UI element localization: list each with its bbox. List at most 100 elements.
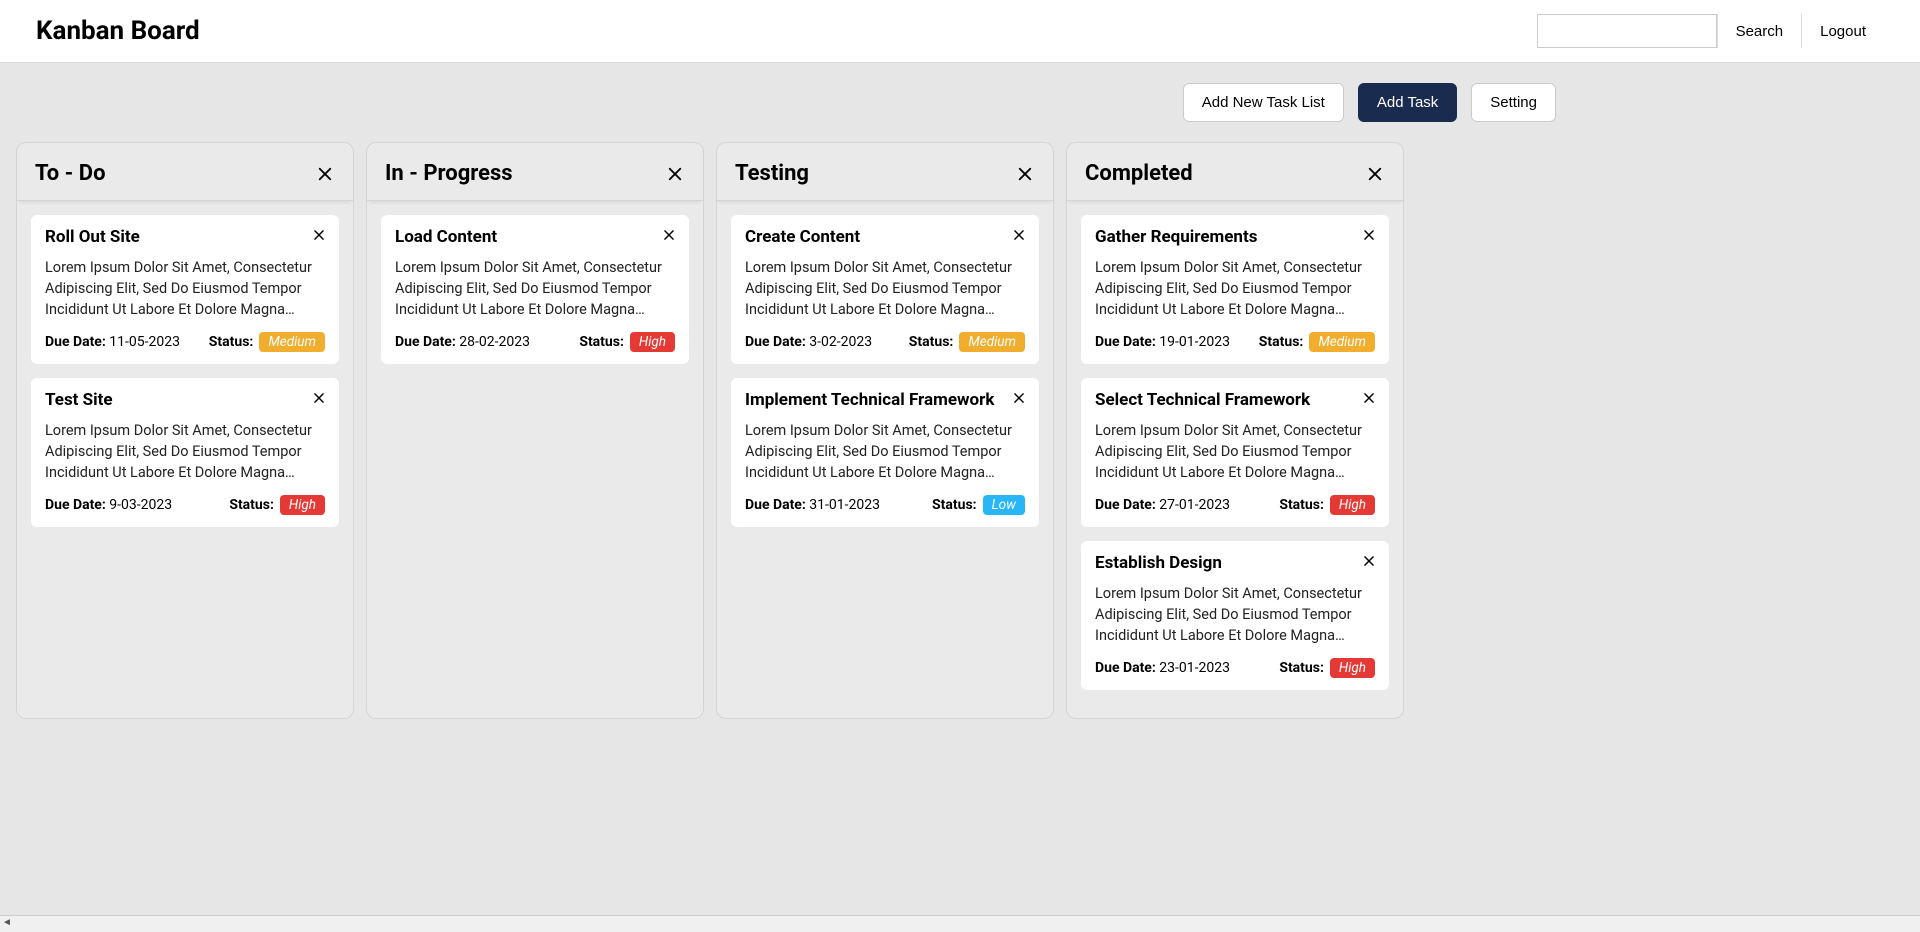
card-due: Due Date: 27-01-2023	[1095, 497, 1230, 513]
card-footer: Due Date: 3-02-2023Status:Medium	[745, 332, 1025, 352]
column-header: Completed	[1067, 143, 1403, 201]
due-date-value: 19-01-2023	[1159, 334, 1230, 350]
card-description: Lorem Ipsum Dolor Sit Amet, Consectetur …	[1095, 257, 1375, 320]
task-card[interactable]: Establish Design Lorem Ipsum Dolor Sit Am…	[1081, 541, 1389, 690]
close-column-icon[interactable]	[315, 164, 335, 184]
close-column-icon[interactable]	[1365, 164, 1385, 184]
card-due: Due Date: 3-02-2023	[745, 334, 872, 350]
card-title: Test Site	[45, 390, 325, 410]
due-date-label: Due Date:	[1095, 660, 1156, 676]
search-input[interactable]	[1537, 14, 1717, 48]
due-date-value: 23-01-2023	[1159, 660, 1230, 676]
column-header: In - Progress	[367, 143, 703, 201]
card-due: Due Date: 19-01-2023	[1095, 334, 1230, 350]
card-footer: Due Date: 11-05-2023 Status: Medium	[45, 332, 325, 352]
column-title: Completed	[1085, 161, 1193, 186]
card-status: Status: Medium	[209, 332, 325, 352]
card-status: Status:Low	[932, 495, 1025, 515]
kanban-column: Testing Create Content Lorem Ipsum Dolor S…	[716, 142, 1054, 719]
card-footer: Due Date: 23-01-2023 Status:High	[1095, 658, 1375, 678]
card-description: Lorem Ipsum Dolor Sit Amet, Consectetur …	[1095, 583, 1375, 646]
card-due: Due Date: 28-02-2023	[395, 334, 530, 350]
due-date-value: 27-01-2023	[1159, 497, 1230, 513]
card-due: Due Date: 23-01-2023	[1095, 660, 1230, 676]
close-card-icon[interactable]	[1359, 388, 1379, 408]
close-card-icon[interactable]	[1009, 225, 1029, 245]
kanban-board: To - Do Roll Out Site Lorem Ipsum Dolor Si…	[16, 142, 1904, 719]
actions-bar: Add New Task List Add Task Setting	[16, 83, 1556, 122]
card-title: Load Content	[395, 227, 675, 247]
status-label: Status:	[209, 334, 254, 350]
status-label: Status:	[579, 334, 624, 350]
card-status: Status:High	[229, 495, 325, 515]
status-label: Status:	[932, 497, 977, 513]
task-card[interactable]: Create ContentLorem Ipsum Dolor Sit Amet…	[731, 215, 1039, 364]
column-cards: Gather Requirements Lorem Ipsum Dolor Sit…	[1067, 201, 1403, 704]
card-footer: Due Date: 31-01-2023 Status:Low	[745, 495, 1025, 515]
column-title: To - Do	[35, 161, 106, 186]
search-button[interactable]: Search	[1717, 14, 1802, 48]
card-footer: Due Date: 28-02-2023 Status: High	[395, 332, 675, 352]
priority-badge: High	[630, 332, 675, 352]
add-task-button[interactable]: Add Task	[1358, 83, 1457, 122]
task-card[interactable]: Implement Technical Framework Lorem Ipsum…	[731, 378, 1039, 527]
priority-badge: High	[1330, 495, 1375, 515]
kanban-column: Completed Gather Requirements Lorem Ipsum …	[1066, 142, 1404, 719]
column-title: In - Progress	[385, 161, 513, 186]
topbar-right: Search Logout	[1537, 14, 1884, 48]
close-card-icon[interactable]	[1359, 225, 1379, 245]
due-date-label: Due Date:	[1095, 334, 1156, 350]
task-card[interactable]: Load Content Lorem Ipsum Dolor Sit Amet, …	[381, 215, 689, 364]
card-title: Gather Requirements	[1095, 227, 1375, 247]
due-date-label: Due Date:	[395, 334, 456, 350]
card-title: Select Technical Framework	[1095, 390, 1375, 410]
close-column-icon[interactable]	[1015, 164, 1035, 184]
card-description: Lorem Ipsum Dolor Sit Amet, Consectetur …	[745, 420, 1025, 483]
card-status: Status:High	[1279, 495, 1375, 515]
due-date-value: 9-03-2023	[109, 497, 172, 513]
task-card[interactable]: Test SiteLorem Ipsum Dolor Sit Amet, Con…	[31, 378, 339, 527]
column-header: To - Do	[17, 143, 353, 201]
close-card-icon[interactable]	[1359, 551, 1379, 571]
card-footer: Due Date: 9-03-2023 Status:High	[45, 495, 325, 515]
column-cards: Create Content Lorem Ipsum Dolor Sit Amet…	[717, 201, 1053, 541]
setting-button[interactable]: Setting	[1471, 83, 1556, 122]
close-card-icon[interactable]	[659, 225, 679, 245]
close-card-icon[interactable]	[1009, 388, 1029, 408]
priority-badge: High	[280, 495, 325, 515]
card-status: Status:High	[1279, 658, 1375, 678]
priority-badge: Medium	[1309, 332, 1375, 352]
task-card[interactable]: Select Technical FrameworkLorem Ipsum Do…	[1081, 378, 1389, 527]
card-due: Due Date: 11-05-2023	[45, 334, 180, 350]
scroll-left-arrow-icon[interactable]: ◄	[2, 917, 12, 928]
due-date-value: 3-02-2023	[809, 334, 872, 350]
card-title: Implement Technical Framework	[745, 390, 1025, 410]
close-column-icon[interactable]	[665, 164, 685, 184]
status-label: Status:	[1259, 334, 1304, 350]
priority-badge: Medium	[259, 332, 325, 352]
due-date-label: Due Date:	[745, 334, 806, 350]
page-title: Kanban Board	[36, 16, 200, 46]
card-description: Lorem Ipsum Dolor Sit Amet, Consectetur …	[395, 257, 675, 320]
logout-button[interactable]: Logout	[1801, 14, 1884, 48]
close-card-icon[interactable]	[309, 388, 329, 408]
card-title: Roll Out Site	[45, 227, 325, 247]
close-card-icon[interactable]	[309, 225, 329, 245]
column-cards: Load Content Lorem Ipsum Dolor Sit Amet, …	[367, 201, 703, 378]
column-header: Testing	[717, 143, 1053, 201]
add-new-task-list-button[interactable]: Add New Task List	[1183, 83, 1344, 122]
due-date-value: 31-01-2023	[809, 497, 880, 513]
task-card[interactable]: Gather Requirements Lorem Ipsum Dolor Sit…	[1081, 215, 1389, 364]
card-title: Create Content	[745, 227, 1025, 247]
card-due: Due Date: 31-01-2023	[745, 497, 880, 513]
card-due: Due Date: 9-03-2023	[45, 497, 172, 513]
card-title: Establish Design	[1095, 553, 1375, 573]
kanban-column: To - Do Roll Out Site Lorem Ipsum Dolor Si…	[16, 142, 354, 719]
task-card[interactable]: Roll Out Site Lorem Ipsum Dolor Sit Amet,…	[31, 215, 339, 364]
card-status: Status: High	[579, 332, 675, 352]
column-title: Testing	[735, 161, 809, 186]
due-date-value: 11-05-2023	[109, 334, 180, 350]
due-date-label: Due Date:	[1095, 497, 1156, 513]
horizontal-scrollbar[interactable]: ◄	[0, 915, 1920, 932]
card-description: Lorem Ipsum Dolor Sit Amet, Consectetur …	[45, 257, 325, 320]
